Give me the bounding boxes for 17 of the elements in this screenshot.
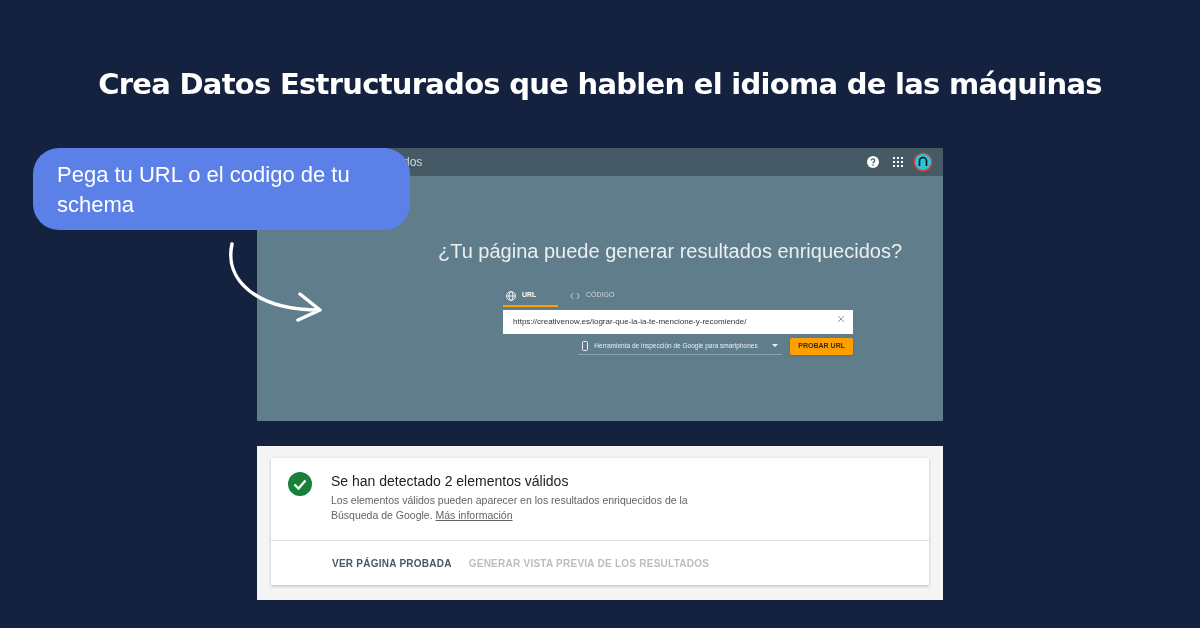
- success-check-icon: [288, 472, 312, 496]
- dropdown-caret-icon: [772, 343, 779, 348]
- page-heading: ¿Tu página puede generar resultados enriquecidos?: [438, 239, 902, 264]
- callout-text: Pega tu URL o el codigo de tu schema: [57, 161, 351, 219]
- headline: Crea Datos Estructurados que hablen el idioma de las máquinas: [98, 66, 1102, 103]
- globe-icon: [506, 290, 516, 301]
- result-title: Se han detectado 2 elementos válidos: [331, 472, 570, 490]
- phone-icon: [582, 340, 589, 351]
- help-icon[interactable]: [867, 156, 879, 168]
- action-button[interactable]: VER PÁGINA PROBADA: [332, 555, 452, 571]
- url-field[interactable]: https://creativenow.es/lograr-que-la-ia-te-mencione-y-recomiende/: [503, 309, 853, 334]
- clear-icon[interactable]: [837, 315, 845, 323]
- more-info-link[interactable]: Más información: [435, 509, 513, 521]
- avatar-icon[interactable]: [913, 152, 933, 172]
- result-description: Los elementos válidos pueden aparecer en los resultados enriquecidos de la Búsqueda de Google. Más información: [331, 493, 689, 523]
- apps-grid-icon[interactable]: [893, 157, 903, 167]
- code-icon: [570, 291, 580, 300]
